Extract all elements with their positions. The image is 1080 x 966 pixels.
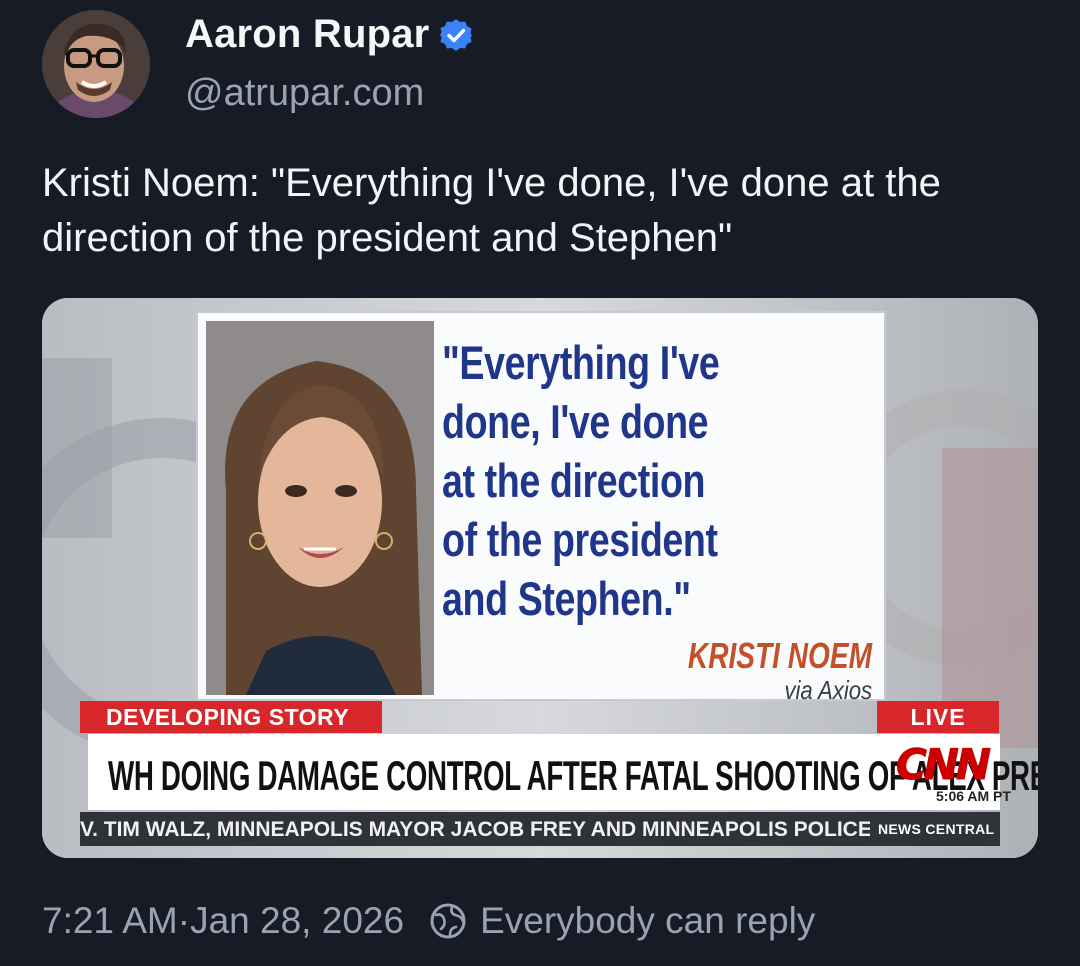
chyron-headline-bar: WH DOING DAMAGE CONTROL AFTER FATAL SHOO…	[88, 734, 1038, 810]
developing-story-label: DEVELOPING STORY	[80, 701, 382, 733]
quote-card: "Everything I've done, I've done at the …	[196, 311, 886, 705]
post-text: Kristi Noem: "Everything I've done, I've…	[42, 161, 941, 260]
author-row: Aaron Rupar	[185, 12, 473, 57]
broadcast-time: 5:06 AM PT	[936, 788, 1011, 804]
post-date[interactable]: Jan 28, 2026	[190, 900, 404, 942]
quote-attribution-source: via Axios	[784, 675, 872, 705]
quote-text: "Everything I've done, I've done at the …	[442, 336, 720, 625]
author-name[interactable]: Aaron Rupar	[185, 12, 429, 57]
cnn-logo: CNN	[895, 740, 991, 789]
globe-reply-icon	[430, 903, 466, 939]
avatar[interactable]	[42, 10, 150, 118]
meta-separator: ·	[177, 900, 191, 941]
author-handle[interactable]: @atrupar.com	[185, 72, 424, 115]
quote-attribution-name: KRISTI NOEM	[687, 635, 872, 676]
news-ticker: V. TIM WALZ, MINNEAPOLIS MAYOR JACOB FRE…	[80, 812, 1000, 846]
avatar-photo	[42, 10, 150, 118]
ticker-source: NEWS CENTRAL	[878, 821, 995, 837]
post-media-image[interactable]: "Everything I've done, I've done at the …	[42, 298, 1038, 858]
ticker-text: V. TIM WALZ, MINNEAPOLIS MAYOR JACOB FRE…	[80, 818, 870, 841]
live-badge: LIVE	[877, 701, 999, 733]
verified-check-icon	[440, 18, 473, 51]
post-meta: 7:21 AM · Jan 28, 2026 Everybody can rep…	[42, 900, 815, 942]
post-time[interactable]: 7:21 AM	[42, 900, 178, 942]
portrait-photo	[206, 321, 434, 695]
reply-setting[interactable]: Everybody can reply	[480, 900, 815, 942]
